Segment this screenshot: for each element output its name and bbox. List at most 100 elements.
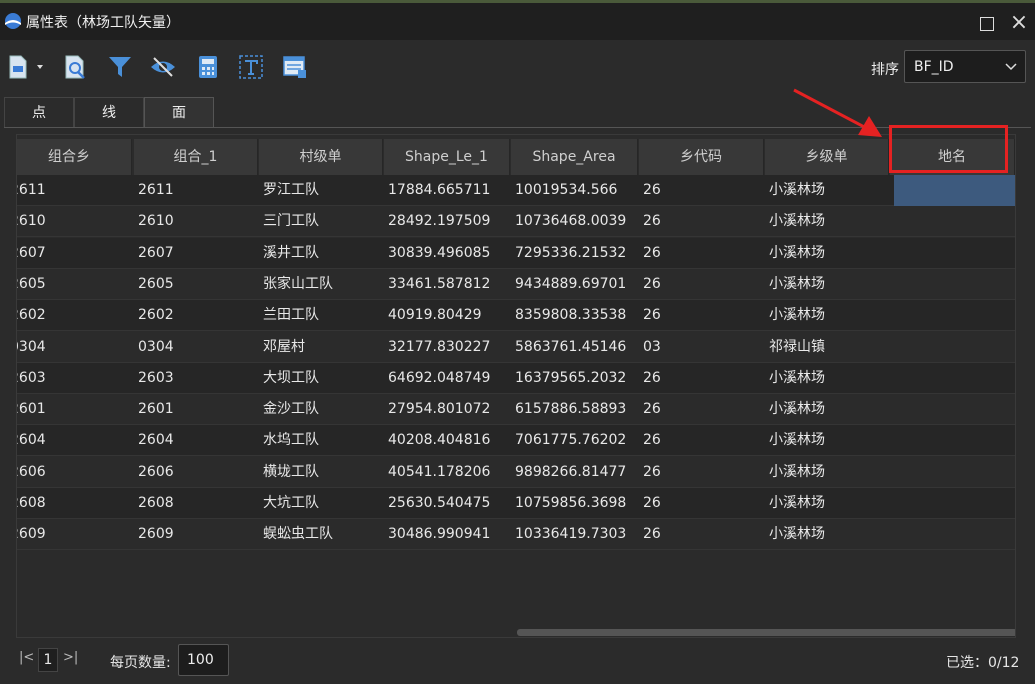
column-header[interactable]: Shape_Le_1 xyxy=(384,139,510,175)
table-cell[interactable]: 2605 xyxy=(138,269,258,300)
table-cell[interactable] xyxy=(894,363,1015,394)
table-cell[interactable]: 小溪林场 xyxy=(769,206,889,237)
table-cell[interactable]: 26 xyxy=(643,175,764,206)
table-cell[interactable]: 溪井工队 xyxy=(263,238,383,269)
table-cell[interactable]: 26 xyxy=(643,488,764,519)
table-cell[interactable]: 罗江工队 xyxy=(263,175,383,206)
table-cell[interactable]: 小溪林场 xyxy=(769,519,889,550)
table-cell[interactable]: 28492.197509 xyxy=(388,206,510,237)
table-cell[interactable]: 张家山工队 xyxy=(263,269,383,300)
first-page-icon[interactable]: |< xyxy=(19,650,35,666)
table-cell[interactable]: 26 xyxy=(643,519,764,550)
table-cell[interactable]: 2602 xyxy=(17,300,132,331)
table-cell[interactable]: 大坑工队 xyxy=(263,488,383,519)
table-cell[interactable]: 7295336.21532 xyxy=(515,238,638,269)
last-page-icon[interactable]: >| xyxy=(63,650,79,666)
calculator-icon[interactable] xyxy=(195,54,221,80)
table-cell[interactable]: 17884.665711 xyxy=(388,175,510,206)
horizontal-scrollbar[interactable] xyxy=(517,629,1015,636)
table-cell[interactable]: 邓屋村 xyxy=(263,332,383,363)
tab-polygon[interactable]: 面 xyxy=(144,97,214,127)
column-header[interactable]: 乡级单 xyxy=(765,139,889,175)
table-cell[interactable]: 2602 xyxy=(138,300,258,331)
table-cell[interactable]: 小溪林场 xyxy=(769,238,889,269)
table-row[interactable]: 03040304邓屋村32177.8302275863761.4514603祁禄… xyxy=(17,331,1015,363)
table-cell[interactable]: 8359808.33538 xyxy=(515,300,638,331)
table-cell[interactable]: 9898266.81477 xyxy=(515,457,638,488)
table-cell[interactable]: 小溪林场 xyxy=(769,488,889,519)
table-cell[interactable]: 2611 xyxy=(17,175,132,206)
table-cell[interactable]: 40541.178206 xyxy=(388,457,510,488)
field-text-icon[interactable] xyxy=(238,54,264,80)
table-cell[interactable] xyxy=(894,394,1015,425)
table-cell[interactable] xyxy=(894,175,1015,206)
table-cell[interactable]: 0304 xyxy=(17,332,132,363)
table-cell[interactable]: 10736468.0039 xyxy=(515,206,638,237)
table-cell[interactable]: 2607 xyxy=(138,238,258,269)
table-cell[interactable]: 2609 xyxy=(138,519,258,550)
column-header[interactable]: 乡代码 xyxy=(639,139,764,175)
table-cell[interactable]: 33461.587812 xyxy=(388,269,510,300)
current-page[interactable]: 1 xyxy=(38,648,58,672)
table-cell[interactable]: 2609 xyxy=(17,519,132,550)
table-cell[interactable]: 2603 xyxy=(138,363,258,394)
table-row[interactable]: 26062606横垅工队40541.1782069898266.8147726小… xyxy=(17,456,1015,488)
table-cell[interactable]: 2604 xyxy=(138,425,258,456)
table-cell[interactable]: 小溪林场 xyxy=(769,269,889,300)
table-cell[interactable]: 小溪林场 xyxy=(769,300,889,331)
column-header[interactable]: 组合_1 xyxy=(134,139,258,175)
table-cell[interactable]: 26 xyxy=(643,300,764,331)
table-cell[interactable]: 0304 xyxy=(138,332,258,363)
table-cell[interactable]: 2610 xyxy=(17,206,132,237)
table-cell[interactable]: 2608 xyxy=(17,488,132,519)
table-cell[interactable]: 26 xyxy=(643,238,764,269)
column-header[interactable]: Shape_Area xyxy=(511,139,638,175)
table-cell[interactable]: 5863761.45146 xyxy=(515,332,638,363)
table-cell[interactable]: 40919.80429 xyxy=(388,300,510,331)
table-cell[interactable] xyxy=(894,300,1015,331)
table-cell[interactable]: 兰田工队 xyxy=(263,300,383,331)
table-row[interactable]: 26042604水坞工队40208.4048167061775.7620226小… xyxy=(17,425,1015,457)
table-cell[interactable]: 10336419.7303 xyxy=(515,519,638,550)
table-row[interactable]: 26022602兰田工队40919.804298359808.3353826小溪… xyxy=(17,300,1015,332)
table-cell[interactable]: 10019534.566 xyxy=(515,175,638,206)
table-cell[interactable]: 水坞工队 xyxy=(263,425,383,456)
table-cell[interactable]: 26 xyxy=(643,425,764,456)
table-cell[interactable] xyxy=(894,457,1015,488)
table-row[interactable]: 26012601金沙工队27954.8010726157886.5889326小… xyxy=(17,394,1015,426)
table-cell[interactable] xyxy=(894,488,1015,519)
table-cell[interactable]: 26 xyxy=(643,363,764,394)
filter-icon[interactable] xyxy=(107,54,133,80)
table-cell[interactable]: 10759856.3698 xyxy=(515,488,638,519)
table-cell[interactable]: 26 xyxy=(643,269,764,300)
table-cell[interactable]: 2610 xyxy=(138,206,258,237)
table-cell[interactable]: 横垅工队 xyxy=(263,457,383,488)
table-cell[interactable]: 6157886.58893 xyxy=(515,394,638,425)
table-cell[interactable]: 30486.990941 xyxy=(388,519,510,550)
tab-point[interactable]: 点 xyxy=(4,97,74,127)
table-cell[interactable]: 7061775.76202 xyxy=(515,425,638,456)
table-cell[interactable]: 金沙工队 xyxy=(263,394,383,425)
table-icon[interactable] xyxy=(282,54,308,80)
table-row[interactable]: 26082608大坑工队25630.54047510759856.369826小… xyxy=(17,488,1015,519)
table-cell[interactable] xyxy=(894,206,1015,237)
table-cell[interactable]: 16379565.2032 xyxy=(515,363,638,394)
table-row[interactable]: 26102610三门工队28492.19750910736468.003926小… xyxy=(17,206,1015,238)
per-page-input[interactable]: 100 xyxy=(178,644,229,676)
table-row[interactable]: 26032603大坝工队64692.04874916379565.203226小… xyxy=(17,362,1015,394)
table-cell[interactable]: 27954.801072 xyxy=(388,394,510,425)
close-button[interactable]: × xyxy=(1006,10,1032,36)
table-cell[interactable] xyxy=(894,519,1015,550)
table-cell[interactable]: 26 xyxy=(643,457,764,488)
table-cell[interactable]: 32177.830227 xyxy=(388,332,510,363)
table-cell[interactable]: 40208.404816 xyxy=(388,425,510,456)
table-cell[interactable]: 2606 xyxy=(17,457,132,488)
maximize-button[interactable] xyxy=(975,12,997,34)
table-cell[interactable] xyxy=(894,425,1015,456)
table-cell[interactable]: 25630.540475 xyxy=(388,488,510,519)
table-cell[interactable]: 03 xyxy=(643,332,764,363)
table-cell[interactable]: 64692.048749 xyxy=(388,363,510,394)
column-header[interactable]: 组合乡 xyxy=(17,139,132,175)
table-cell[interactable]: 2605 xyxy=(17,269,132,300)
visibility-icon[interactable] xyxy=(150,54,176,80)
